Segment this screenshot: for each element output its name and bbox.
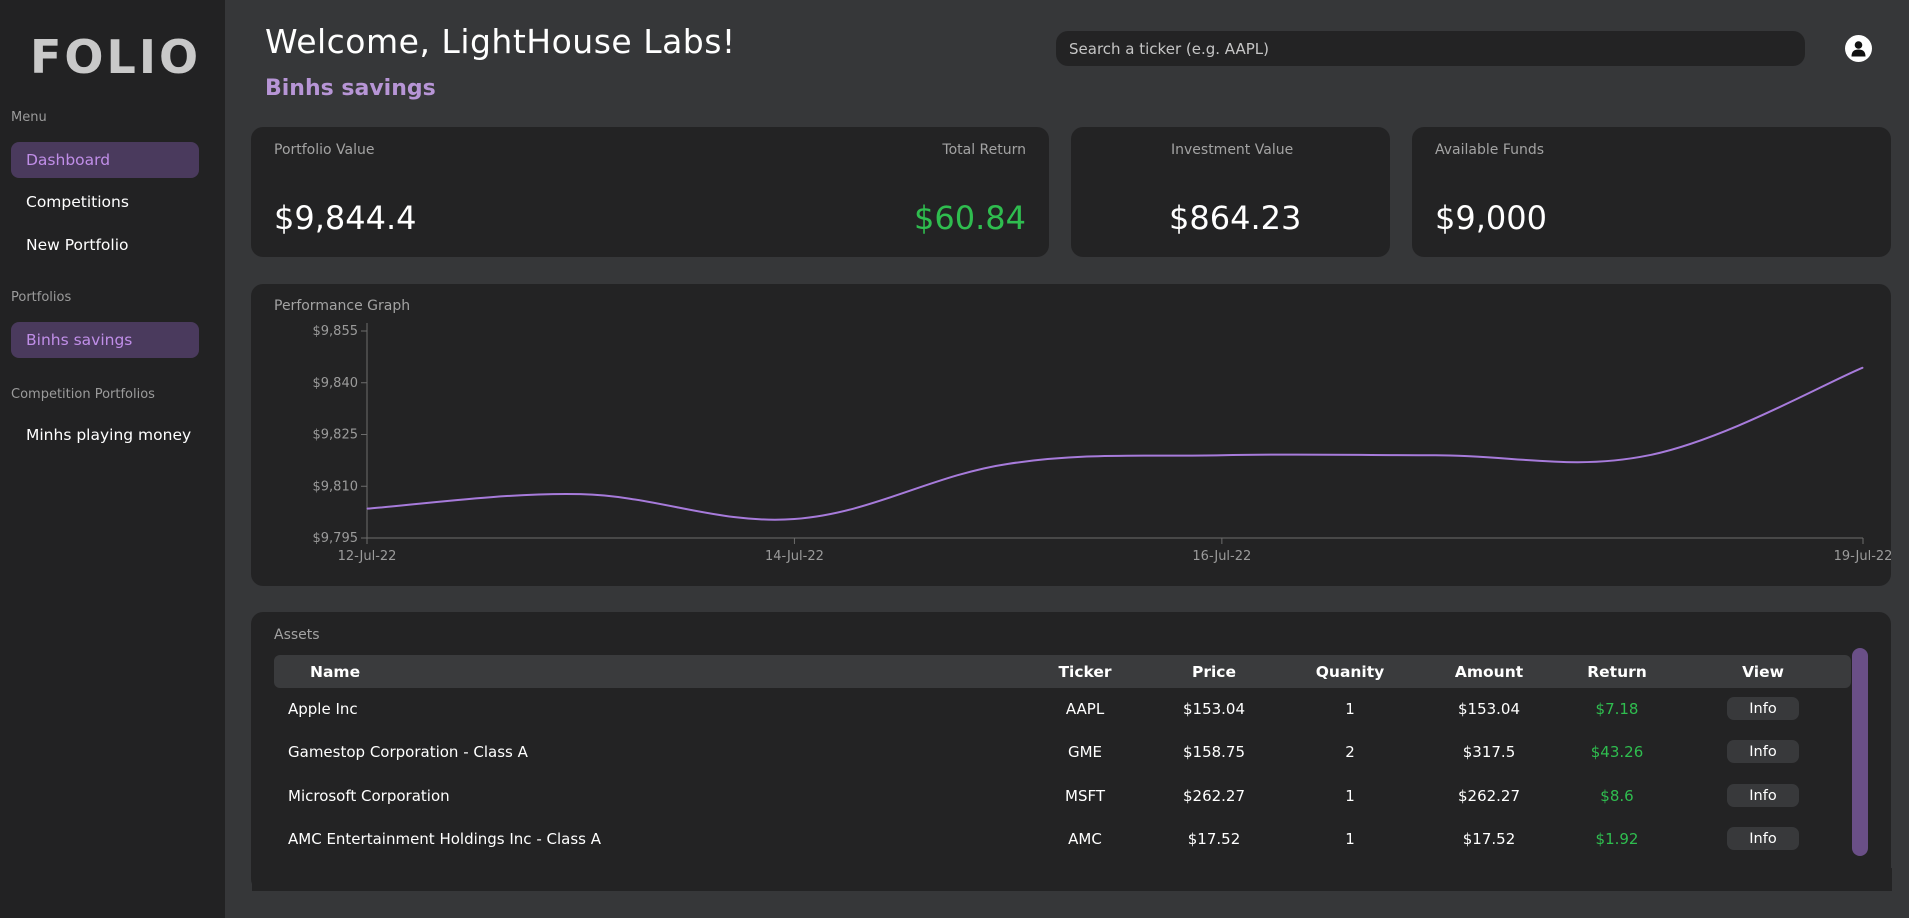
cell-name: Microsoft Corporation [288, 787, 450, 805]
cell-ticker: GME [1067, 743, 1103, 761]
cell-quantity: 2 [1345, 743, 1355, 761]
cell-ticker: AMC [1068, 830, 1102, 848]
competition-portfolios-section-label: Competition Portfolios [11, 387, 155, 402]
column-header-name[interactable]: Name [310, 663, 360, 681]
info-button[interactable]: Info [1727, 827, 1799, 850]
data-point [366, 508, 368, 510]
ticker-search-input[interactable] [1056, 31, 1805, 66]
total-return-label: Total Return [942, 142, 1026, 158]
data-point [1221, 454, 1223, 456]
table-overflow-mask [252, 868, 1892, 891]
sidebar: FOLIO Menu Dashboard Competitions New Po… [0, 0, 225, 918]
sidebar-item-binhs-savings[interactable]: Binhs savings [11, 322, 199, 358]
portfolios-section-label: Portfolios [11, 290, 72, 305]
cell-amount: $262.27 [1457, 787, 1521, 805]
info-button[interactable]: Info [1727, 784, 1799, 807]
menu-section-label: Menu [11, 110, 47, 125]
user-avatar-button[interactable] [1845, 35, 1872, 62]
y-tick-label: $9,795 [313, 531, 359, 546]
user-icon [1851, 41, 1866, 57]
cell-price: $262.27 [1182, 787, 1246, 805]
investment-value-label: Investment Value [1171, 142, 1294, 158]
cell-quantity: 1 [1345, 700, 1355, 718]
portfolio-value-label: Portfolio Value [274, 142, 375, 158]
series-line [366, 366, 1864, 521]
performance-chart: $9,795 $9,810 $9,825 $9,840 $9,855 12-Jul-22 1… [313, 323, 1891, 564]
investment-value-card: Investment Value $864.23 [1071, 127, 1390, 257]
x-tick-label: 12-Jul-22 [338, 549, 397, 564]
cell-return: $43.26 [1590, 743, 1644, 761]
cell-price: $153.04 [1182, 700, 1246, 718]
data-point [1007, 463, 1009, 465]
total-return-value: $60.84 [914, 199, 1026, 237]
data-point [1648, 454, 1650, 456]
cell-amount: $153.04 [1457, 700, 1521, 718]
sidebar-item-new-portfolio[interactable]: New Portfolio [11, 227, 199, 263]
column-header-price[interactable]: Price [1192, 663, 1236, 681]
cell-amount: $317.5 [1462, 743, 1516, 761]
welcome-heading: Welcome, LightHouse Labs! [265, 22, 736, 61]
column-header-view[interactable]: View [1742, 663, 1784, 681]
investment-value: $864.23 [1169, 199, 1302, 237]
info-button[interactable]: Info [1727, 697, 1799, 720]
assets-title: Assets [274, 627, 320, 643]
sidebar-item-minhs-playing-money[interactable]: Minhs playing money [11, 417, 199, 453]
cell-amount: $17.52 [1462, 830, 1516, 848]
y-tick-label: $9,840 [313, 376, 359, 391]
x-tick-label: 14-Jul-22 [765, 549, 824, 564]
cell-price: $17.52 [1187, 830, 1241, 848]
column-header-return[interactable]: Return [1587, 663, 1647, 681]
cell-return: $7.18 [1595, 700, 1639, 718]
column-header-quantity[interactable]: Quanity [1316, 663, 1385, 681]
app-logo[interactable]: FOLIO [30, 30, 201, 84]
available-funds-card: Available Funds $9,000 [1412, 127, 1891, 257]
available-funds-label: Available Funds [1435, 142, 1545, 158]
cell-name: Apple Inc [288, 700, 358, 718]
portfolio-value: $9,844.4 [274, 199, 417, 237]
column-header-ticker[interactable]: Ticker [1058, 663, 1111, 681]
cell-price: $158.75 [1182, 743, 1246, 761]
y-tick-label: $9,810 [313, 479, 359, 494]
assets-scrollbar[interactable] [1852, 648, 1868, 856]
y-tick-label: $9,825 [313, 428, 359, 443]
y-tick-label: $9,855 [313, 324, 359, 339]
cell-name: Gamestop Corporation - Class A [288, 743, 528, 761]
cell-name: AMC Entertainment Holdings Inc - Class A [288, 830, 601, 848]
x-tick-label: 19-Jul-22 [1834, 549, 1891, 564]
sidebar-item-dashboard[interactable]: Dashboard [11, 142, 199, 178]
data-point [1862, 367, 1864, 369]
cell-quantity: 1 [1345, 787, 1355, 805]
x-tick-label: 16-Jul-22 [1192, 549, 1251, 564]
cell-ticker: AAPL [1065, 700, 1105, 718]
data-point [1435, 454, 1437, 456]
portfolio-value-card: Portfolio Value $9,844.4 Total Return $6… [251, 127, 1049, 257]
data-point [580, 493, 582, 495]
cell-ticker: MSFT [1065, 787, 1105, 805]
column-header-amount[interactable]: Amount [1455, 663, 1523, 681]
portfolio-name: Binhs savings [265, 76, 436, 101]
cell-return: $8.6 [1600, 787, 1634, 805]
available-funds-value: $9,000 [1435, 199, 1547, 237]
info-button[interactable]: Info [1727, 740, 1799, 763]
cell-return: $1.92 [1595, 830, 1639, 848]
sidebar-item-competitions[interactable]: Competitions [11, 184, 199, 220]
cell-quantity: 1 [1345, 830, 1355, 848]
data-point [793, 518, 795, 520]
